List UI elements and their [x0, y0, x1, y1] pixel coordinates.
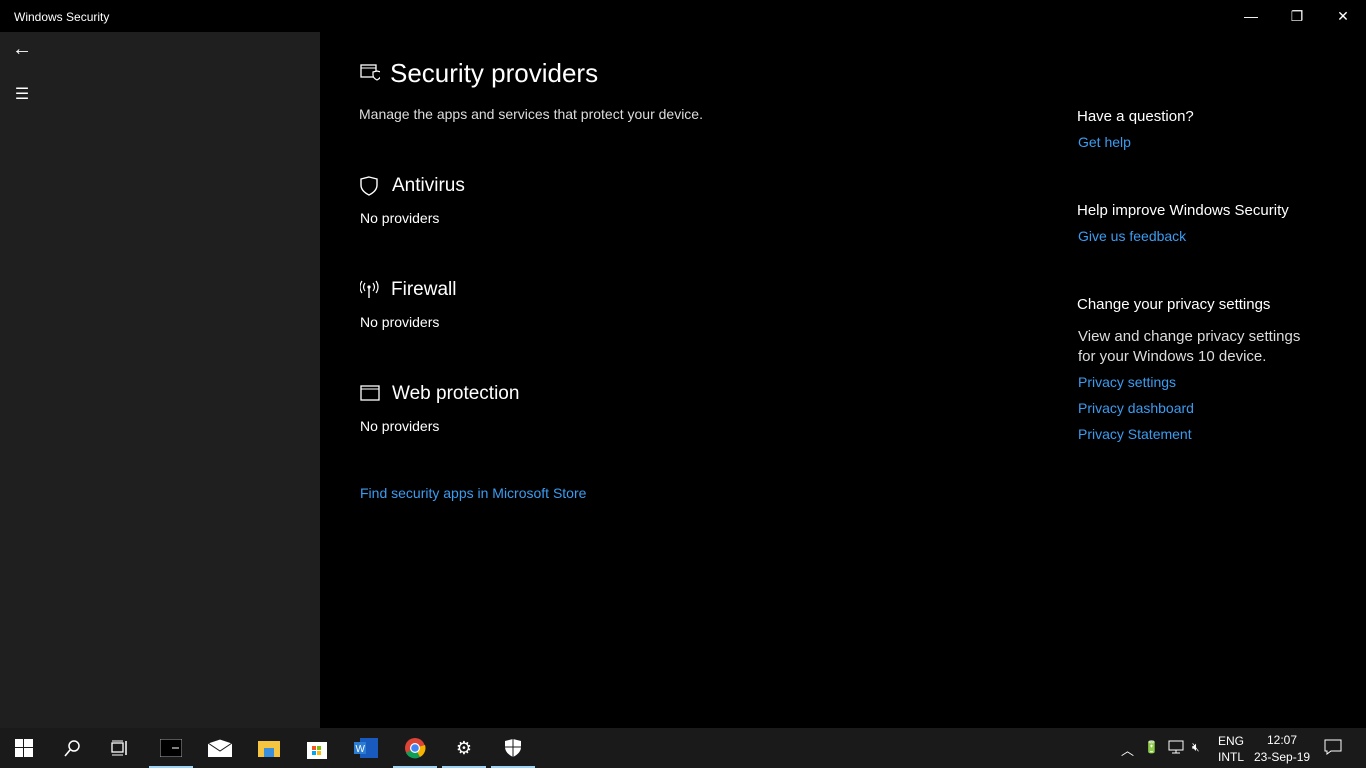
firewall-status: No providers — [360, 314, 440, 330]
close-button[interactable]: ✕ — [1320, 0, 1366, 32]
back-button[interactable]: ← — [10, 38, 34, 61]
restore-button[interactable]: ❐ — [1274, 0, 1320, 32]
clock-time[interactable]: 12:07 — [1267, 733, 1297, 747]
privacy-text-2: for your Windows 10 device. — [1078, 348, 1267, 365]
improve-heading: Help improve Windows Security — [1077, 202, 1289, 219]
question-heading: Have a question? — [1077, 108, 1194, 125]
antenna-icon — [359, 280, 380, 305]
windows-security-icon[interactable] — [489, 728, 537, 768]
privacy-heading: Change your privacy settings — [1077, 296, 1271, 313]
privacy-dashboard-link[interactable]: Privacy dashboard — [1078, 400, 1194, 416]
privacy-text-1: View and change privacy settings — [1078, 328, 1301, 345]
svg-text:W: W — [356, 744, 366, 755]
hamburger-menu-button[interactable]: ☰ — [10, 84, 34, 104]
clock-date[interactable]: 23-Sep-19 — [1254, 750, 1310, 764]
privacy-statement-link[interactable]: Privacy Statement — [1078, 426, 1192, 442]
settings-icon[interactable]: ⚙ — [440, 728, 488, 768]
web-protection-heading: Web protection — [392, 383, 520, 404]
battery-icon[interactable]: 🔋 — [1144, 740, 1159, 754]
volume-muted-icon[interactable]: 🔇︎ — [1192, 740, 1200, 755]
antivirus-heading: Antivirus — [392, 175, 465, 196]
firewall-heading: Firewall — [391, 279, 457, 300]
search-icon[interactable] — [48, 728, 96, 768]
minimize-button[interactable]: — — [1228, 0, 1274, 32]
file-explorer-icon[interactable] — [245, 728, 293, 768]
window-title: Windows Security — [14, 10, 110, 24]
page-subtitle: Manage the apps and services that protec… — [359, 106, 703, 122]
sidebar: ← ☰ — [0, 32, 320, 728]
command-prompt-icon[interactable] — [147, 728, 195, 768]
browser-icon — [360, 385, 380, 406]
get-help-link[interactable]: Get help — [1078, 134, 1131, 150]
page-title: Security providers — [390, 58, 599, 88]
word-icon[interactable]: W — [342, 728, 390, 768]
language-code[interactable]: ENG — [1218, 734, 1244, 748]
web-protection-status: No providers — [360, 418, 440, 434]
find-security-apps-link[interactable]: Find security apps in Microsoft Store — [360, 485, 586, 501]
taskbar: W ⚙ ︿ 🔋 🔇︎ ENG INTL 12:07 23-Sep-19 — [0, 728, 1366, 768]
privacy-settings-link[interactable]: Privacy settings — [1078, 374, 1176, 390]
task-view-icon[interactable] — [96, 728, 144, 768]
start-icon[interactable] — [0, 728, 48, 768]
antivirus-status: No providers — [360, 210, 440, 226]
language-layout[interactable]: INTL — [1218, 750, 1244, 764]
feedback-link[interactable]: Give us feedback — [1078, 228, 1186, 244]
title-bar: Windows Security — ❐ ✕ — [0, 0, 1366, 32]
microsoft-store-icon[interactable] — [293, 728, 341, 768]
shield-icon — [360, 176, 380, 201]
network-icon[interactable] — [1168, 739, 1184, 758]
action-center-icon[interactable] — [1324, 739, 1342, 758]
show-hidden-icons[interactable]: ︿ — [1121, 740, 1134, 759]
chrome-icon[interactable] — [391, 728, 439, 768]
security-providers-icon — [360, 62, 382, 87]
mail-icon[interactable] — [196, 728, 244, 768]
